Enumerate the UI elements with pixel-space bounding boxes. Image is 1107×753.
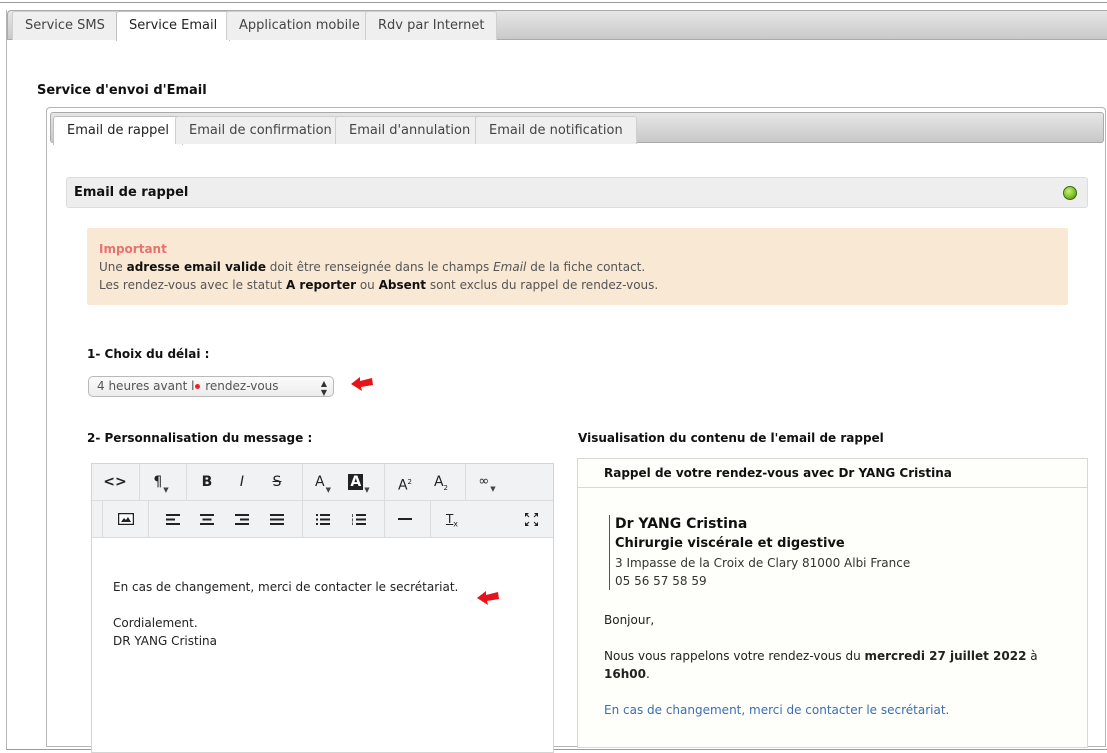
important-alert: Important Une adresse email valide doit … — [87, 228, 1068, 305]
delay-select[interactable]: 4 heures avant l rendez-vous ▲ ▼ — [88, 376, 334, 397]
editor-line: En cas de changement, merci de contacter… — [113, 580, 459, 594]
paragraph-format-icon[interactable]: ¶▼ — [144, 464, 178, 500]
top-border — [0, 2, 1107, 3]
alert-title: Important — [99, 242, 167, 256]
section-title: Service d'envoi d'Email — [37, 83, 207, 98]
toolbar-separator — [430, 501, 431, 538]
alert-line-2: Les rendez-vous avec le statut A reporte… — [99, 276, 1056, 294]
italic-icon[interactable]: I — [225, 464, 259, 500]
toolbar-separator — [384, 501, 385, 538]
appointment-time: 16h00 — [604, 667, 646, 681]
step1-label: 1- Choix du délai : — [87, 347, 210, 361]
superscript-icon[interactable]: A2 — [388, 464, 422, 500]
justify-icon[interactable] — [260, 501, 294, 537]
bold-icon[interactable]: B — [190, 464, 224, 500]
fullscreen-icon[interactable] — [514, 501, 548, 537]
signature-address: 3 Impasse de la Croix de Clary 81000 Alb… — [615, 556, 911, 570]
align-right-icon[interactable] — [225, 501, 259, 537]
select-value-part: 4 heures avant l — [97, 379, 195, 393]
toolbar-separator — [465, 464, 466, 501]
tab-email-d-annulation[interactable]: Email d'annulation — [335, 116, 485, 144]
strikethrough-icon[interactable]: S — [260, 464, 294, 500]
toolbar-separator — [148, 501, 149, 538]
tab-email-de-notification[interactable]: Email de notification — [475, 116, 637, 144]
panel-header: Email de rappel — [66, 177, 1088, 208]
signature-block: Dr YANG Cristina Chirurgie viscérale et … — [609, 515, 910, 590]
cursor-marker-icon — [195, 384, 201, 389]
editor-toolbar-row-2: Tx — [92, 501, 553, 538]
text-color-icon[interactable]: A▼ — [306, 464, 340, 500]
align-left-icon[interactable] — [156, 501, 190, 537]
preview-body: Nous vous rappelons votre rendez-vous du… — [604, 647, 1064, 683]
horizontal-rule-icon[interactable] — [388, 501, 422, 537]
tab-email-de-confirmation[interactable]: Email de confirmation — [175, 116, 346, 144]
email-preview: Rappel de votre rendez-vous avec Dr YANG… — [577, 458, 1088, 748]
insert-image-icon[interactable] — [109, 501, 143, 537]
alert-line-1: Une adresse email valide doit être rense… — [99, 258, 1056, 276]
step2-label: 2- Personnalisation du message : — [87, 431, 313, 445]
toolbar-separator — [302, 464, 303, 501]
alert-bold-text: adresse email valide — [126, 260, 266, 274]
annotation-arrow-icon — [477, 591, 499, 605]
toolbar-separator — [102, 501, 103, 538]
toolbar-separator — [186, 464, 187, 501]
subscript-icon[interactable]: A2 — [424, 464, 458, 500]
annotation-arrow-icon — [351, 377, 373, 391]
toolbar-separator — [384, 464, 385, 501]
numbered-list-icon[interactable] — [342, 501, 376, 537]
preview-text: Nous vous rappelons votre rendez-vous du — [604, 649, 865, 663]
alert-text: de la fiche contact. — [526, 260, 646, 274]
alert-bold-text: Absent — [378, 278, 427, 292]
tab-service-sms[interactable]: Service SMS — [12, 11, 118, 40]
preview-greeting: Bonjour, — [604, 613, 655, 627]
alert-text: doit être renseignée dans le champs — [265, 260, 494, 274]
alert-text: ou — [356, 278, 379, 292]
panel-title: Email de rappel — [74, 185, 189, 200]
code-view-icon[interactable]: <> — [98, 464, 132, 500]
alert-text: Les rendez-vous avec le statut — [99, 278, 286, 292]
signature-name: Dr YANG Cristina — [615, 516, 748, 532]
tab-email-de-rappel[interactable]: Email de rappel — [53, 116, 184, 145]
background-color-icon[interactable]: A ▼ — [342, 464, 376, 500]
preview-text: à — [1026, 649, 1038, 663]
status-led-icon — [1063, 186, 1077, 200]
link-icon[interactable]: ∞▼ — [470, 464, 504, 500]
preview-title: Visualisation du contenu de l'email de r… — [578, 431, 884, 445]
align-center-icon[interactable] — [190, 501, 224, 537]
preview-custom-message: En cas de changement, merci de contacter… — [604, 703, 950, 717]
toolbar-separator — [139, 464, 140, 501]
alert-italic-text: Email — [493, 260, 527, 274]
clear-formatting-icon[interactable]: Tx — [435, 501, 469, 537]
editor-line: Cordialement. — [113, 616, 198, 630]
select-value-part: rendez-vous — [201, 379, 279, 393]
tab-application-mobile[interactable]: Application mobile — [226, 11, 373, 40]
editor-line: DR YANG Cristina — [113, 634, 217, 648]
alert-text: Une — [99, 260, 127, 274]
preview-subject: Rappel de votre rendez-vous avec Dr YANG… — [578, 459, 1087, 488]
alert-text: sont exclus du rappel de rendez-vous. — [426, 278, 659, 292]
toolbar-separator — [302, 501, 303, 538]
rich-text-editor: <> ¶▼ B I S A▼ A ▼ A2 A2 ∞▼ Tx En cas de… — [91, 463, 554, 753]
alert-bold-text: A reporter — [285, 278, 357, 292]
bulleted-list-icon[interactable] — [306, 501, 340, 537]
select-arrows-icon: ▲ ▼ — [320, 379, 327, 397]
appointment-date: mercredi 27 juillet 2022 — [864, 649, 1027, 663]
signature-phone: 05 56 57 58 59 — [615, 574, 707, 588]
tab-rdv-par-internet[interactable]: Rdv par Internet — [365, 11, 498, 40]
tab-service-email[interactable]: Service Email — [116, 11, 231, 41]
signature-specialty: Chirurgie viscérale et digestive — [615, 536, 845, 551]
editor-content-area[interactable]: En cas de changement, merci de contacter… — [92, 538, 553, 752]
editor-toolbar-row-1: <> ¶▼ B I S A▼ A ▼ A2 A2 ∞▼ — [92, 464, 553, 501]
preview-text: . — [645, 667, 650, 681]
